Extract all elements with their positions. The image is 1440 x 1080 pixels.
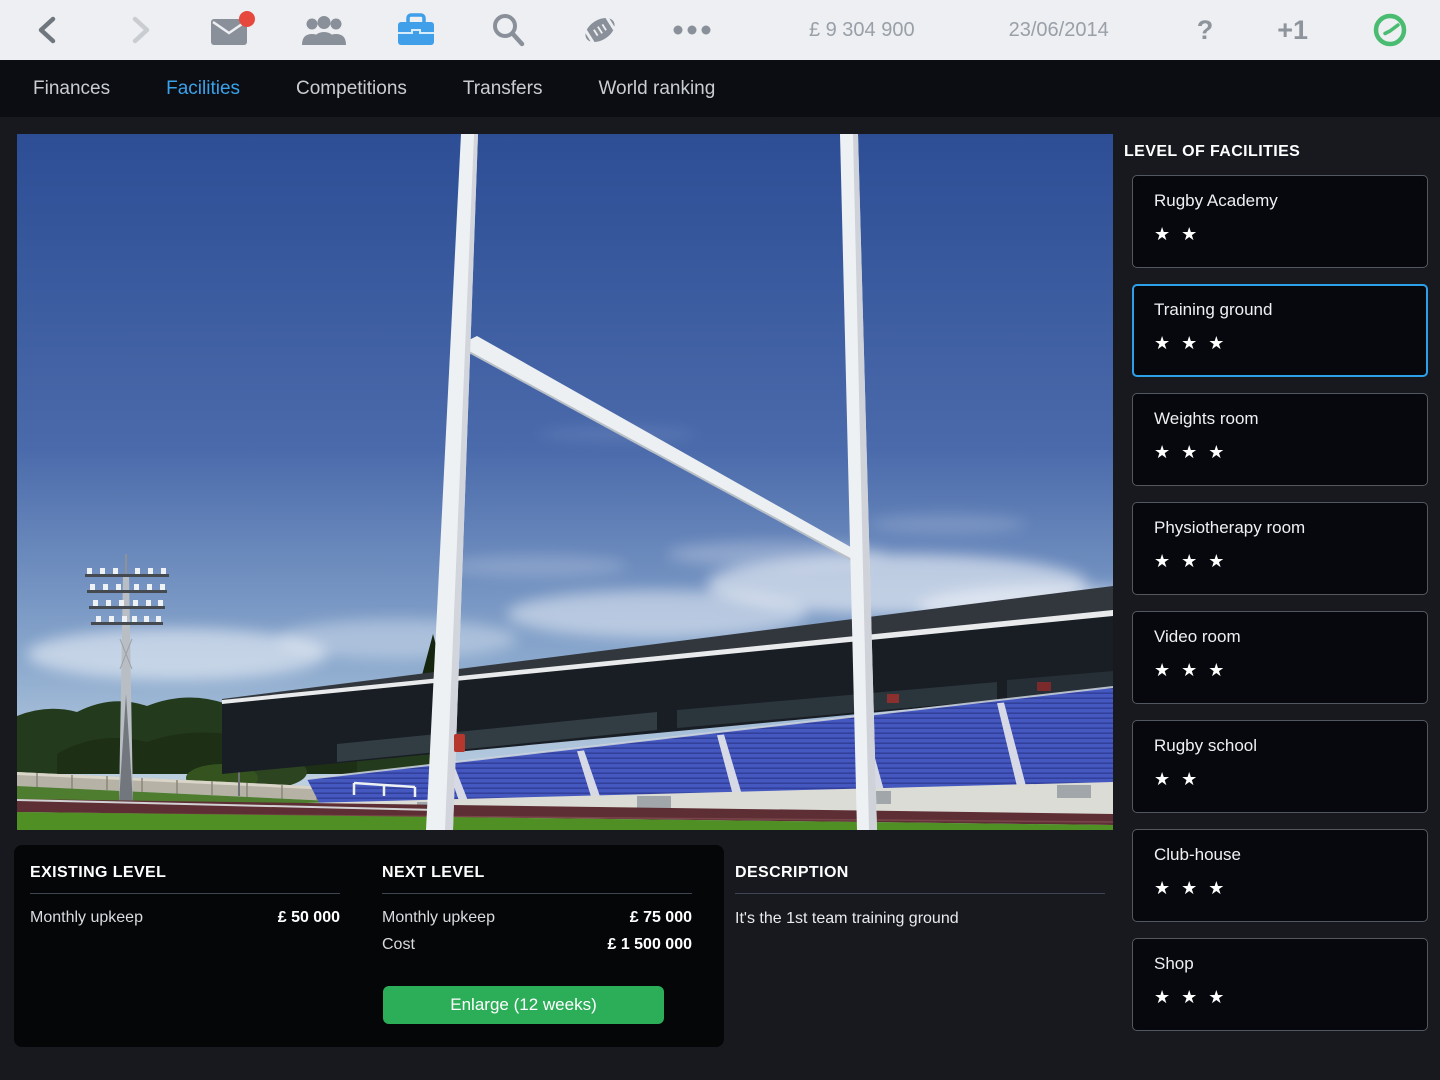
facility-card-rugby-school[interactable]: Rugby school ★ ★ (1132, 720, 1428, 813)
facility-name: Rugby Academy (1154, 191, 1427, 211)
toolbar-icon-group (0, 6, 716, 54)
facility-name: Shop (1154, 954, 1427, 974)
game-date: 23/06/2014 (1009, 19, 1109, 42)
post-pad (454, 734, 465, 752)
upkeep-row: Monthly upkeep £ 75 000 (382, 909, 692, 927)
advance-day-button[interactable]: +1 (1277, 15, 1308, 46)
next-level-section: NEXT LEVEL Monthly upkeep £ 75 000 Cost … (382, 845, 692, 954)
facility-stars: ★ ★ ★ (1154, 660, 1427, 681)
facility-card-rugby-academy[interactable]: Rugby Academy ★ ★ (1132, 175, 1428, 268)
section-navbar: Finances Facilities Competitions Transfe… (0, 60, 1440, 117)
facility-name: Video room (1154, 627, 1427, 647)
tab-facilities[interactable]: Facilities (166, 78, 240, 100)
squad-button[interactable] (300, 6, 348, 54)
clock-icon (1370, 10, 1410, 50)
row-label: Monthly upkeep (382, 909, 495, 927)
facility-stars: ★ ★ (1154, 769, 1427, 790)
existing-level-title: EXISTING LEVEL (30, 864, 340, 882)
sidebar-title: LEVEL OF FACILITIES (1124, 143, 1300, 161)
facilities-page: LEVEL OF FACILITIES Rugby Academy ★ ★ Tr… (0, 117, 1440, 1080)
upkeep-row: Monthly upkeep £ 50 000 (30, 909, 340, 927)
cost-row: Cost £ 1 500 000 (382, 936, 692, 954)
stadium-illustration (17, 134, 1113, 830)
description-text: It's the 1st team training ground (735, 910, 1105, 928)
enlarge-button[interactable]: Enlarge (12 weeks) (383, 986, 664, 1024)
divider (30, 893, 340, 894)
notification-badge (239, 11, 255, 27)
help-button[interactable]: ? (1197, 15, 1214, 46)
facility-name: Weights room (1154, 409, 1427, 429)
facility-name: Rugby school (1154, 736, 1427, 756)
row-value: £ 50 000 (278, 909, 340, 927)
facility-stars: ★ ★ ★ (1154, 878, 1427, 899)
row-label: Cost (382, 936, 415, 954)
search-button[interactable] (484, 6, 532, 54)
facility-name: Club-house (1154, 845, 1427, 865)
more-button[interactable] (668, 6, 716, 54)
business-icon (396, 12, 436, 48)
facility-name: Physiotherapy room (1154, 518, 1427, 538)
facility-card-training-ground[interactable]: Training ground ★ ★ ★ (1132, 284, 1428, 377)
description-section: DESCRIPTION It's the 1st team training g… (735, 845, 1105, 928)
facility-stars: ★ ★ ★ (1154, 442, 1427, 463)
next-level-title: NEXT LEVEL (382, 864, 692, 882)
back-button[interactable] (24, 6, 72, 54)
rugby-ball-button[interactable] (576, 6, 624, 54)
tab-competitions[interactable]: Competitions (296, 78, 407, 100)
facility-card-weights-room[interactable]: Weights room ★ ★ ★ (1132, 393, 1428, 486)
forward-button[interactable] (116, 6, 164, 54)
row-value: £ 75 000 (630, 909, 692, 927)
club-balance: £ 9 304 900 (809, 19, 915, 42)
search-icon (489, 11, 527, 49)
messages-button[interactable] (208, 6, 256, 54)
facility-card-club-house[interactable]: Club-house ★ ★ ★ (1132, 829, 1428, 922)
rugby-ball-icon (578, 10, 622, 50)
forward-icon (125, 13, 155, 47)
messages-icon (208, 10, 256, 50)
continue-button[interactable] (1370, 10, 1410, 50)
tab-finances[interactable]: Finances (33, 78, 110, 100)
row-value: £ 1 500 000 (607, 936, 692, 954)
facility-stars: ★ ★ ★ (1154, 333, 1426, 354)
facility-stars: ★ ★ (1154, 224, 1427, 245)
business-button[interactable] (392, 6, 440, 54)
top-toolbar: £ 9 304 900 23/06/2014 ? +1 (0, 0, 1440, 60)
tab-world-ranking[interactable]: World ranking (598, 78, 715, 100)
facility-card-shop[interactable]: Shop ★ ★ ★ (1132, 938, 1428, 1031)
facility-card-video-room[interactable]: Video room ★ ★ ★ (1132, 611, 1428, 704)
toolbar-status-group: £ 9 304 900 23/06/2014 ? +1 (809, 10, 1440, 50)
facilities-list: Rugby Academy ★ ★ Training ground ★ ★ ★ … (1132, 175, 1428, 1047)
back-icon (33, 13, 63, 47)
facility-stars: ★ ★ ★ (1154, 551, 1427, 572)
facility-photo (17, 134, 1113, 830)
divider (382, 893, 692, 894)
existing-level-section: EXISTING LEVEL Monthly upkeep £ 50 000 (30, 845, 340, 927)
tab-transfers[interactable]: Transfers (463, 78, 543, 100)
facility-stars: ★ ★ ★ (1154, 987, 1427, 1008)
description-title: DESCRIPTION (735, 864, 1105, 882)
squad-icon (300, 12, 348, 48)
row-label: Monthly upkeep (30, 909, 143, 927)
upgrade-panel: EXISTING LEVEL Monthly upkeep £ 50 000 N… (14, 845, 724, 1047)
facility-card-physiotherapy-room[interactable]: Physiotherapy room ★ ★ ★ (1132, 502, 1428, 595)
divider (735, 893, 1105, 894)
more-icon (672, 24, 712, 36)
facility-name: Training ground (1154, 300, 1426, 320)
